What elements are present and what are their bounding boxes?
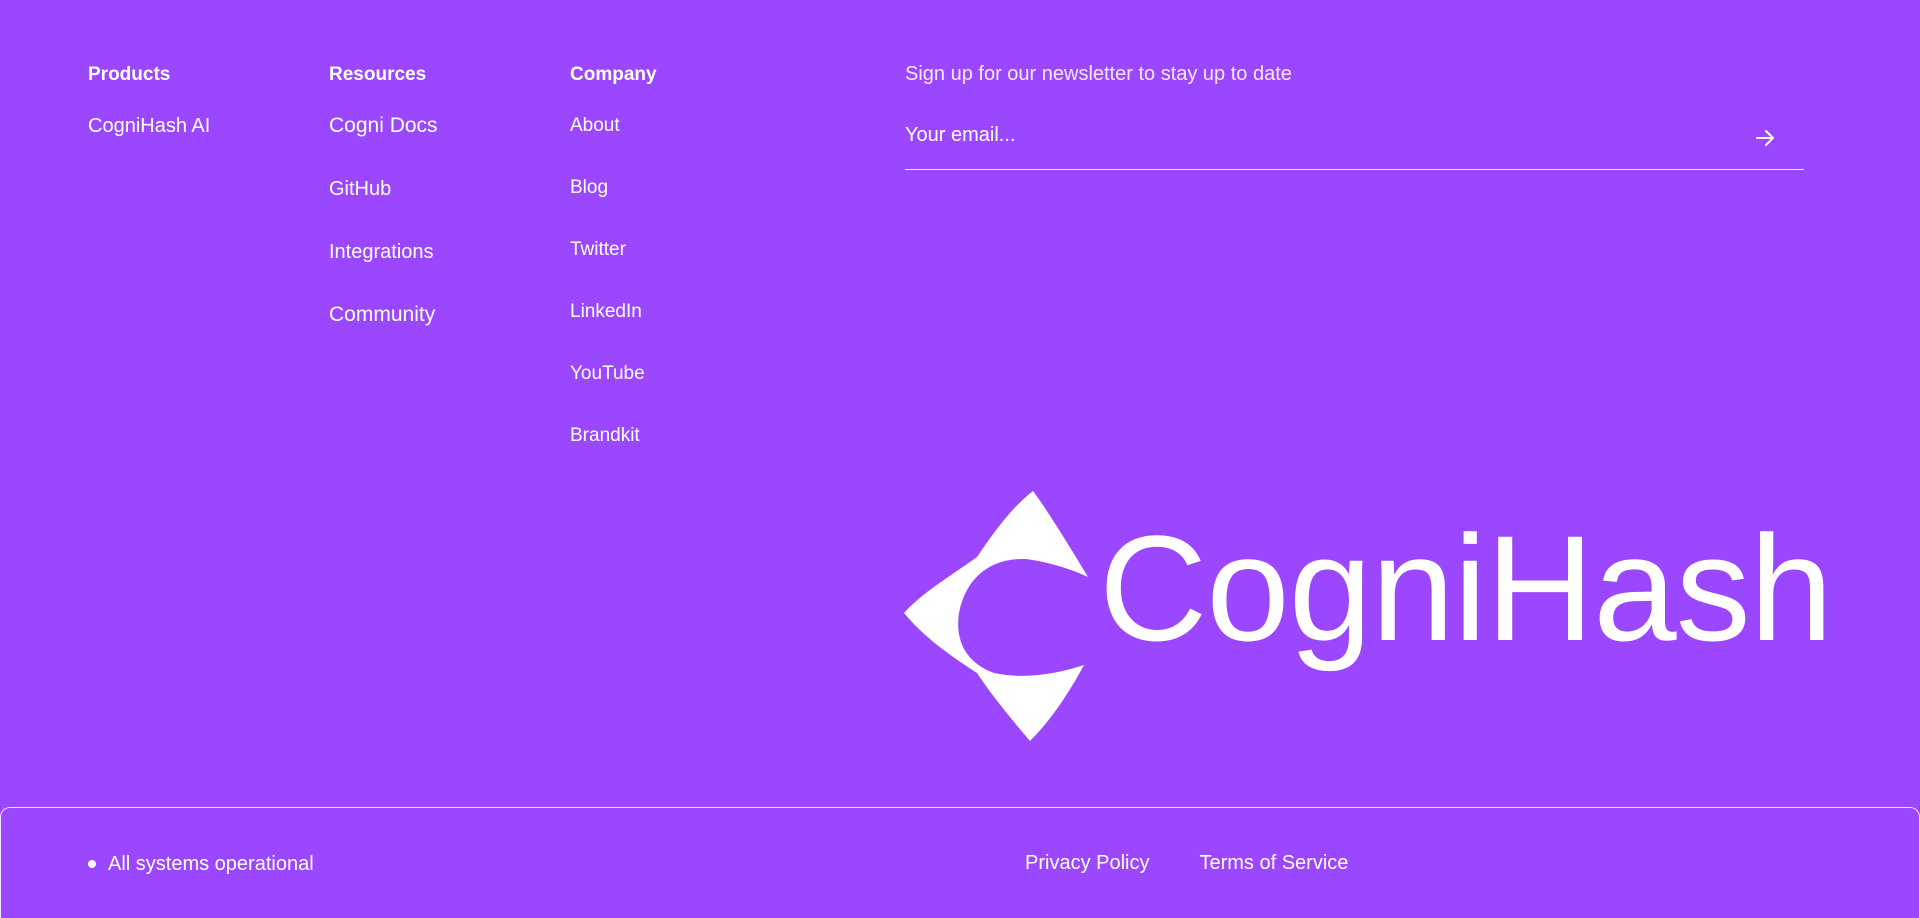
footer-column-resources: Resources Cogni Docs GitHub Integrations…	[329, 64, 549, 366]
link-cognihash-ai[interactable]: CogniHash AI	[88, 114, 210, 138]
list-item: Twitter	[570, 238, 790, 263]
company-link-list: About Blog Twitter LinkedIn YouTube Bran…	[570, 114, 790, 449]
legal-links: Privacy Policy Terms of Service	[1025, 851, 1348, 875]
terms-of-service-link[interactable]: Terms of Service	[1199, 851, 1348, 875]
products-link-list: CogniHash AI	[88, 114, 288, 140]
newsletter-signup: Sign up for our newsletter to stay up to…	[905, 62, 1804, 170]
newsletter-submit-button[interactable]	[1750, 123, 1780, 153]
newsletter-label: Sign up for our newsletter to stay up to…	[905, 63, 1292, 85]
link-twitter[interactable]: Twitter	[570, 238, 626, 262]
link-github[interactable]: GitHub	[329, 177, 391, 201]
list-item: Cogni Docs	[329, 114, 549, 140]
bottom-bar: All systems operational Privacy Policy T…	[0, 807, 1920, 918]
list-item: LinkedIn	[570, 300, 790, 325]
list-item: About	[570, 114, 790, 139]
link-integrations[interactable]: Integrations	[329, 240, 434, 264]
link-about[interactable]: About	[570, 114, 620, 138]
column-title-resources: Resources	[329, 64, 427, 85]
footer-column-company: Company About Blog Twitter LinkedIn YouT…	[570, 64, 790, 486]
status-dot-icon	[88, 860, 96, 868]
link-community[interactable]: Community	[329, 303, 435, 327]
column-title-company: Company	[570, 64, 657, 85]
email-form	[905, 123, 1804, 170]
arrow-right-icon	[1756, 130, 1774, 146]
status-text: All systems operational	[108, 853, 314, 875]
list-item: CogniHash AI	[88, 114, 288, 140]
resources-link-list: Cogni Docs GitHub Integrations Community	[329, 114, 549, 329]
cognihash-mark-icon	[904, 491, 1088, 741]
system-status: All systems operational	[88, 852, 314, 876]
privacy-policy-link[interactable]: Privacy Policy	[1025, 851, 1149, 875]
column-title-products: Products	[88, 64, 171, 85]
brand-wordmark: CogniHash	[1099, 504, 1833, 672]
link-brandkit[interactable]: Brandkit	[570, 424, 640, 448]
footer-column-products: Products CogniHash AI	[88, 64, 288, 140]
brand-logo: CogniHash	[904, 487, 1896, 743]
link-cogni-docs[interactable]: Cogni Docs	[329, 114, 438, 138]
link-blog[interactable]: Blog	[570, 176, 608, 200]
list-item: GitHub	[329, 177, 549, 203]
email-input[interactable]	[905, 123, 1705, 147]
list-item: Community	[329, 303, 549, 329]
link-linkedin[interactable]: LinkedIn	[570, 300, 642, 324]
list-item: YouTube	[570, 362, 790, 387]
list-item: Blog	[570, 176, 790, 201]
list-item: Brandkit	[570, 424, 790, 449]
link-youtube[interactable]: YouTube	[570, 362, 645, 386]
list-item: Integrations	[329, 240, 549, 266]
